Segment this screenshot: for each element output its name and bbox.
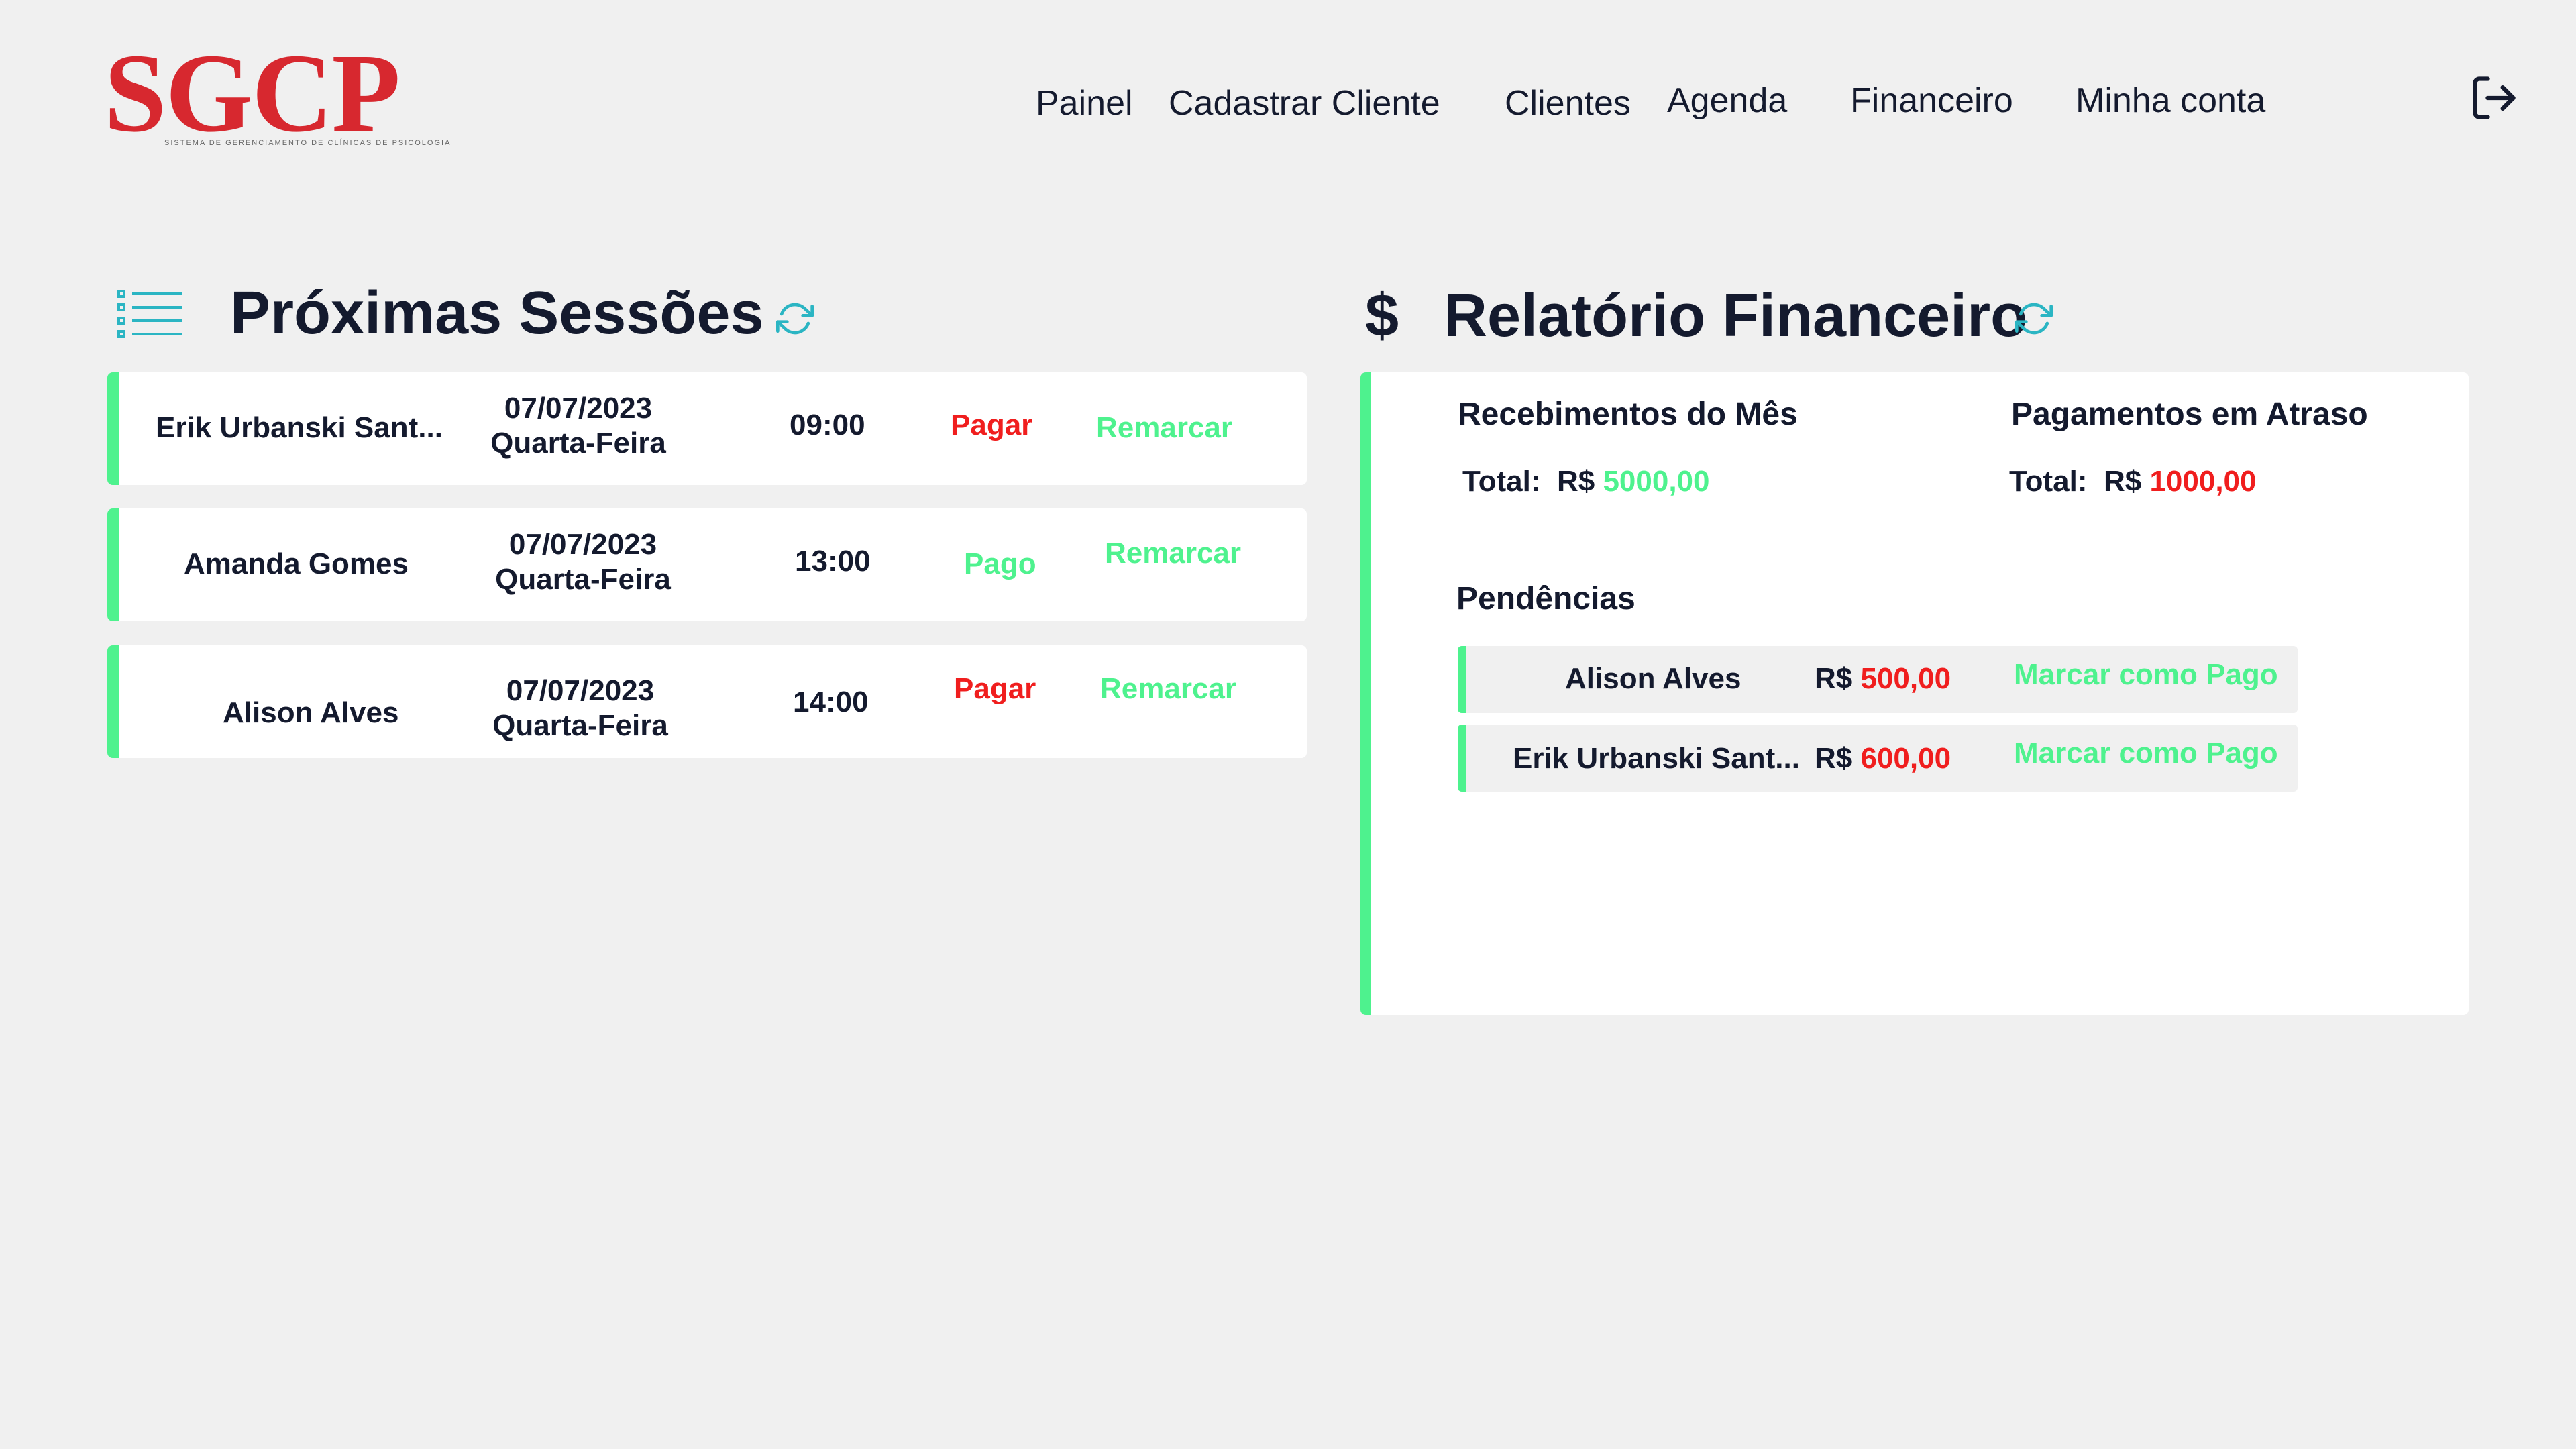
pending-client: Erik Urbanski Sant... [1513, 742, 1800, 775]
nav-financeiro[interactable]: Financeiro [1850, 80, 2013, 121]
pay-button[interactable]: Pagar [951, 409, 1032, 442]
nav-minha-conta[interactable]: Minha conta [2076, 80, 2265, 121]
dollar-icon: $ [1365, 282, 1399, 350]
pending-client: Alison Alves [1565, 662, 1741, 695]
pending-currency: R$ [1815, 662, 1853, 695]
session-date-block: 07/07/2023 Quarta-Feira [476, 527, 690, 597]
list-icon [117, 287, 184, 341]
overdue-value: 1000,00 [2149, 465, 2257, 498]
session-card: Amanda Gomes 07/07/2023 Quarta-Feira 13:… [107, 508, 1307, 621]
reschedule-button[interactable]: Remarcar [1096, 411, 1232, 445]
receipts-total: Total: R$ 5000,00 [1462, 465, 1710, 498]
session-time: 14:00 [793, 686, 869, 718]
session-date-block: 07/07/2023 Quarta-Feira [473, 674, 688, 743]
session-card: Alison Alves 07/07/2023 Quarta-Feira 14:… [107, 645, 1307, 758]
session-time: 13:00 [795, 545, 871, 578]
session-weekday: Quarta-Feira [490, 427, 666, 460]
finance-panel: Recebimentos do Mês Total: R$ 5000,00 Pa… [1360, 372, 2469, 1015]
session-weekday: Quarta-Feira [492, 709, 668, 742]
refresh-icon[interactable] [776, 300, 814, 337]
pending-row: Erik Urbanski Sant... R$ 600,00 Marcar c… [1458, 724, 2298, 792]
session-card: Erik Urbanski Sant... 07/07/2023 Quarta-… [107, 372, 1307, 485]
pending-currency: R$ [1815, 742, 1853, 775]
nav-agenda[interactable]: Agenda [1667, 80, 1787, 121]
overdue-currency: R$ [2103, 465, 2142, 498]
pending-heading: Pendências [1456, 581, 1635, 616]
session-date: 07/07/2023 [504, 392, 653, 425]
pay-button[interactable]: Pagar [954, 672, 1036, 706]
session-date: 07/07/2023 [506, 674, 655, 707]
logout-icon[interactable] [2469, 72, 2520, 123]
logo: SGCP SISTEMA DE GERENCIAMENTO DE CLÍNICA… [104, 31, 449, 156]
session-weekday: Quarta-Feira [495, 563, 671, 596]
mark-as-paid-button[interactable]: Marcar como Pago [2014, 658, 2278, 692]
pending-amount: R$ 500,00 [1815, 662, 1951, 696]
refresh-icon[interactable] [2015, 300, 2053, 337]
pending-value: 600,00 [1860, 742, 1951, 775]
reschedule-button[interactable]: Remarcar [1105, 537, 1241, 570]
mark-as-paid-button[interactable]: Marcar como Pago [2014, 737, 2278, 770]
logo-subtitle: SISTEMA DE GERENCIAMENTO DE CLÍNICAS DE … [164, 139, 451, 147]
paid-status: Pago [964, 547, 1036, 580]
logo-text: SGCP [104, 31, 400, 156]
session-client: Erik Urbanski Sant... [156, 411, 443, 444]
overdue-heading: Pagamentos em Atraso [2011, 396, 2368, 432]
reschedule-button[interactable]: Remarcar [1100, 672, 1236, 706]
receipts-currency: R$ [1556, 465, 1595, 498]
session-time: 09:00 [790, 409, 865, 441]
pending-amount: R$ 600,00 [1815, 742, 1951, 775]
overdue-total: Total: R$ 1000,00 [2009, 465, 2257, 498]
session-date-block: 07/07/2023 Quarta-Feira [471, 391, 686, 461]
nav-painel[interactable]: Painel [1036, 83, 1133, 123]
overdue-total-label: Total: [2009, 465, 2088, 498]
session-date: 07/07/2023 [508, 528, 657, 561]
receipts-total-label: Total: [1462, 465, 1541, 498]
finance-title: Relatório Financeiro [1444, 282, 2028, 350]
session-client: Amanda Gomes [184, 547, 409, 580]
session-client: Alison Alves [223, 696, 399, 729]
receipts-value: 5000,00 [1603, 465, 1710, 498]
nav-cadastrar-cliente[interactable]: Cadastrar Cliente [1169, 83, 1440, 123]
receipts-heading: Recebimentos do Mês [1458, 396, 1798, 432]
sessions-title: Próximas Sessões [230, 280, 764, 347]
pending-value: 500,00 [1860, 662, 1951, 695]
nav-clientes[interactable]: Clientes [1505, 83, 1631, 123]
pending-row: Alison Alves R$ 500,00 Marcar como Pago [1458, 646, 2298, 713]
